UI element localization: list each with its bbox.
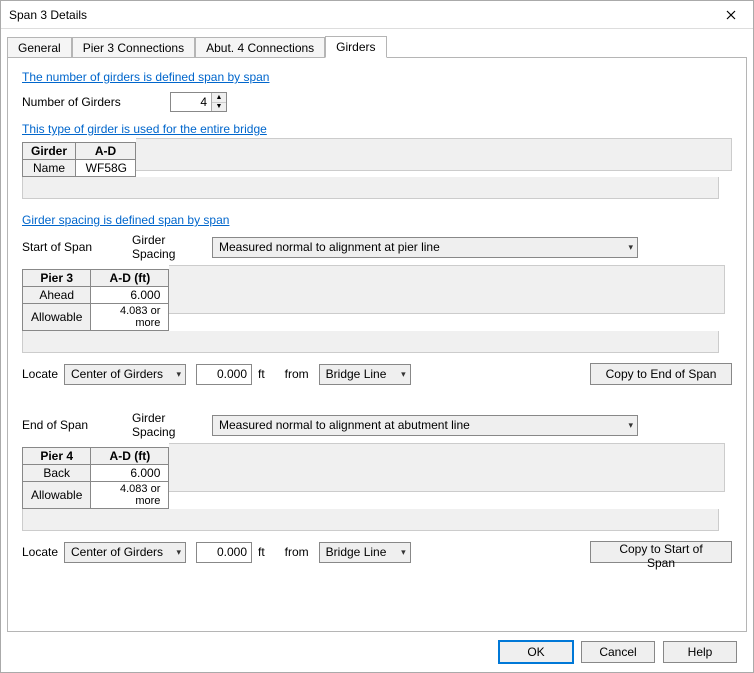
link-num-girders-scope[interactable]: The number of girders is defined span by… [22,70,269,84]
end-locate-method-dropdown[interactable]: Center of Girders ▾ [64,542,186,563]
start-locate-value-input[interactable] [196,364,252,385]
type-table-wrap: Girder A-D Name WF58G [22,138,732,177]
cancel-button[interactable]: Cancel [581,641,655,663]
copy-to-end-button[interactable]: Copy to End of Span [590,363,732,385]
locate-label: Locate [22,545,64,559]
tab-pier3-connections[interactable]: Pier 3 Connections [72,37,195,58]
table-row: Allowable 4.083 or more [23,304,169,331]
locate-label: Locate [22,367,64,381]
close-icon [726,10,736,20]
col-header: Pier 4 [23,448,91,465]
chevron-down-icon: ▾ [176,547,181,558]
num-girders-spinner: ▲ ▼ [170,92,227,112]
dropdown-value: Measured normal to alignment at abutment… [219,418,470,432]
girder-spacing-label: Girder Spacing [132,411,212,439]
girder-spacing-label: Girder Spacing [132,233,212,261]
table-row: Girder A-D [23,143,136,160]
end-spacing-table: Pier 4 A-D (ft) Back 6.000 Allowable 4.0… [22,447,169,509]
cell-value[interactable]: 6.000 [91,465,169,482]
row-header: Back [23,465,91,482]
end-span-heading-row: End of Span Girder Spacing Measured norm… [22,411,732,439]
help-button[interactable]: Help [663,641,737,663]
start-locate-method-dropdown[interactable]: Center of Girders ▾ [64,364,186,385]
end-locate-value-input[interactable] [196,542,252,563]
table-footer-strip [22,509,719,531]
table-footer-strip [22,331,719,353]
cell-value: 4.083 or more [91,304,169,331]
start-from-ref-dropdown[interactable]: Bridge Line ▾ [319,364,411,385]
cell-girder-name[interactable]: WF58G [76,160,136,177]
end-locate-row: Locate Center of Girders ▾ ft from Bridg… [22,541,732,563]
spinner-up-button[interactable]: ▲ [212,93,226,103]
tab-general[interactable]: General [7,37,72,58]
table-footer-strip [22,177,719,199]
dropdown-value: Center of Girders [71,367,163,381]
tabpage-girders: The number of girders is defined span by… [7,57,747,632]
unit-label: ft [258,367,265,381]
num-girders-input[interactable] [171,93,211,111]
chevron-down-icon: ▾ [401,547,406,558]
col-header: Pier 3 [23,270,91,287]
table-filler [169,443,725,492]
chevron-down-icon: ▾ [401,369,406,380]
tabstrip: General Pier 3 Connections Abut. 4 Conne… [7,35,747,57]
tab-girders[interactable]: Girders [325,36,386,58]
dropdown-value: Bridge Line [326,367,387,381]
row-header: Ahead [23,287,91,304]
chevron-down-icon: ▾ [628,242,633,253]
dropdown-value: Bridge Line [326,545,387,559]
from-label: from [285,545,309,559]
start-table-wrap: Pier 3 A-D (ft) Ahead 6.000 Allowable 4.… [22,265,732,331]
col-header: A-D [76,143,136,160]
from-label: from [285,367,309,381]
cell-value: 4.083 or more [91,482,169,509]
spinner-buttons: ▲ ▼ [211,93,226,111]
col-header: A-D (ft) [91,270,169,287]
table-row: Allowable 4.083 or more [23,482,169,509]
table-row: Ahead 6.000 [23,287,169,304]
num-girders-row: Number of Girders ▲ ▼ [22,92,732,112]
dialog-footer: OK Cancel Help [7,632,747,672]
start-spacing-table: Pier 3 A-D (ft) Ahead 6.000 Allowable 4.… [22,269,169,331]
dropdown-value: Measured normal to alignment at pier lin… [219,240,440,254]
col-header: A-D (ft) [91,448,169,465]
end-table-wrap: Pier 4 A-D (ft) Back 6.000 Allowable 4.0… [22,443,732,509]
start-span-heading-row: Start of Span Girder Spacing Measured no… [22,233,732,261]
link-girder-spacing-scope[interactable]: Girder spacing is defined span by span [22,213,229,227]
table-filler [136,138,732,171]
dialog-window: Span 3 Details General Pier 3 Connection… [0,0,754,673]
dropdown-value: Center of Girders [71,545,163,559]
table-row: Pier 4 A-D (ft) [23,448,169,465]
chevron-down-icon: ▾ [628,420,633,431]
copy-to-start-button[interactable]: Copy to Start of Span [590,541,732,563]
titlebar: Span 3 Details [1,1,753,29]
cell-value[interactable]: 6.000 [91,287,169,304]
num-girders-label: Number of Girders [22,95,132,109]
row-header: Allowable [23,304,91,331]
spinner-down-button[interactable]: ▼ [212,103,226,112]
table-row: Name WF58G [23,160,136,177]
start-spacing-method-dropdown[interactable]: Measured normal to alignment at pier lin… [212,237,638,258]
window-title: Span 3 Details [9,8,87,22]
col-header: Girder [23,143,76,160]
tab-abut4-connections[interactable]: Abut. 4 Connections [195,37,325,58]
chevron-down-icon: ▾ [176,369,181,380]
end-from-ref-dropdown[interactable]: Bridge Line ▾ [319,542,411,563]
ok-button[interactable]: OK [499,641,573,663]
end-spacing-method-dropdown[interactable]: Measured normal to alignment at abutment… [212,415,638,436]
unit-label: ft [258,545,265,559]
end-span-title: End of Span [22,418,132,432]
link-girder-type-scope[interactable]: This type of girder is used for the enti… [22,122,267,136]
row-header: Name [23,160,76,177]
table-filler [169,265,725,314]
close-button[interactable] [711,2,751,28]
table-row: Pier 3 A-D (ft) [23,270,169,287]
table-row: Back 6.000 [23,465,169,482]
row-header: Allowable [23,482,91,509]
girder-type-table: Girder A-D Name WF58G [22,142,136,177]
client-area: General Pier 3 Connections Abut. 4 Conne… [1,29,753,672]
start-span-title: Start of Span [22,240,132,254]
start-locate-row: Locate Center of Girders ▾ ft from Bridg… [22,363,732,385]
